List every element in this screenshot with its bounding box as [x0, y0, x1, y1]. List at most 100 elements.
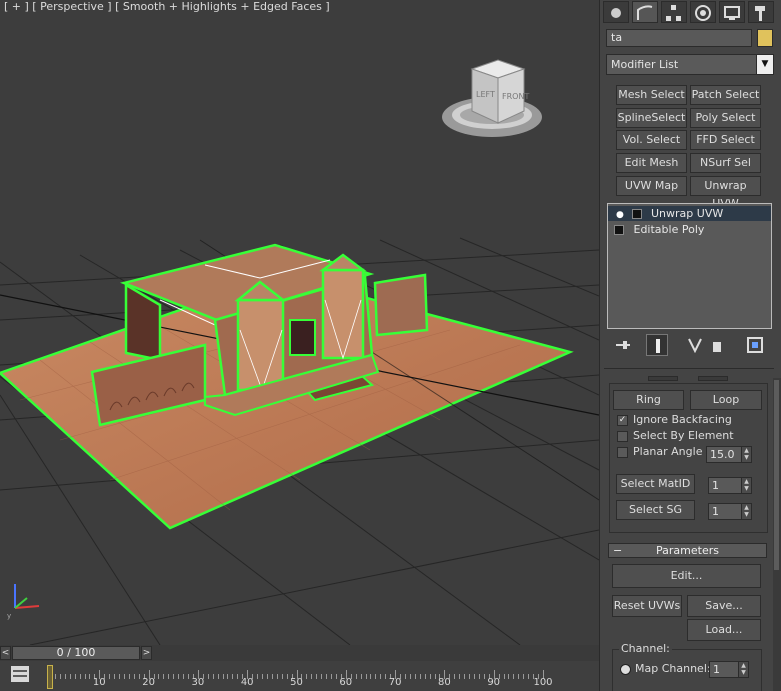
- edit-button[interactable]: Edit...: [612, 564, 761, 588]
- stack-item-label: Unwrap UVW: [651, 207, 724, 220]
- motion-tab[interactable]: [690, 1, 716, 23]
- perspective-viewport[interactable]: [ + ] [ Perspective ] [ Smooth + Highlig…: [0, 0, 599, 645]
- frame-ruler[interactable]: 0102030405060708090100: [44, 661, 599, 691]
- ignore-backfacing-checkbox[interactable]: ✓: [617, 415, 628, 426]
- patch-select-button[interactable]: Patch Select: [690, 85, 761, 105]
- ruler-tick: [483, 674, 485, 679]
- ruler-tick: [217, 674, 219, 679]
- matid-spinner[interactable]: 1 ▲ ▼: [708, 477, 752, 494]
- sg-spinner[interactable]: 1 ▲ ▼: [708, 503, 752, 520]
- stack-item-unwrap-uvw[interactable]: ● Unwrap UVW: [608, 206, 771, 221]
- modify-tab[interactable]: [632, 1, 658, 23]
- object-name-input[interactable]: ta: [606, 29, 752, 47]
- spinner-arrows-icon[interactable]: ▲ ▼: [741, 447, 751, 462]
- prev-frame-button[interactable]: <: [0, 646, 11, 660]
- spinner-arrows-icon[interactable]: ▲ ▼: [738, 662, 748, 677]
- open-mini-curve-editor-icon[interactable]: [10, 664, 30, 684]
- modify-icon: [637, 5, 653, 20]
- object-color-swatch[interactable]: [757, 29, 773, 47]
- time-slider[interactable]: < 0 / 100 >: [0, 645, 599, 661]
- create-tab[interactable]: [603, 1, 629, 23]
- display-tab[interactable]: [719, 1, 745, 23]
- stack-item-editable-poly[interactable]: Editable Poly: [608, 222, 771, 237]
- ruler-tick: [168, 674, 170, 679]
- parameters-rollout-header[interactable]: − Parameters: [608, 543, 767, 558]
- map-channel-label: Map Channel:: [635, 662, 711, 675]
- playhead[interactable]: [47, 665, 53, 689]
- configure-modifier-sets-icon[interactable]: [744, 334, 766, 356]
- ruler-tick: [212, 674, 214, 679]
- ffd-select-button[interactable]: FFD Select: [690, 130, 761, 150]
- ruler-tick: [326, 674, 328, 679]
- motion-icon: [695, 5, 711, 21]
- ruler-tick: [385, 674, 387, 679]
- wall-right[interactable]: [373, 273, 429, 337]
- collapse-icon[interactable]: −: [613, 544, 622, 557]
- load-button[interactable]: Load...: [687, 619, 761, 641]
- ruler-tick: [419, 674, 421, 679]
- ruler-tick: [365, 674, 367, 679]
- map-channel-spinner[interactable]: 1 ▲ ▼: [709, 661, 749, 678]
- ruler-tick: [429, 674, 431, 679]
- uvw-map-button[interactable]: UVW Map: [616, 176, 687, 196]
- remove-modifier-icon[interactable]: [706, 334, 728, 356]
- lightbulb-icon[interactable]: ●: [616, 208, 626, 223]
- chevron-down-icon[interactable]: ▼: [756, 55, 773, 74]
- ruler-tick: [227, 674, 229, 679]
- ruler-tick: [178, 674, 180, 679]
- save-button[interactable]: Save...: [687, 595, 761, 617]
- make-unique-icon[interactable]: [684, 334, 706, 356]
- reset-uvws-button[interactable]: Reset UVWs: [612, 595, 682, 617]
- planar-angle-checkbox[interactable]: [617, 447, 628, 458]
- poly-select-button[interactable]: Poly Select: [690, 108, 761, 128]
- ruler-tick: [321, 674, 323, 679]
- expand-icon[interactable]: [631, 209, 642, 219]
- time-slider-thumb[interactable]: 0 / 100: [12, 646, 140, 660]
- unwrap-uvw-button[interactable]: Unwrap UVW: [690, 176, 761, 210]
- tower-left[interactable]: [236, 298, 285, 392]
- ruler-tick: [513, 674, 515, 679]
- select-by-element-checkbox[interactable]: [617, 431, 628, 442]
- mesh-select-button[interactable]: Mesh Select: [616, 85, 687, 105]
- ruler-tick: [335, 674, 337, 679]
- panel-scrollbar-thumb[interactable]: [774, 380, 779, 570]
- ruler-tick: [133, 674, 135, 679]
- map-channel-radio[interactable]: [620, 664, 631, 675]
- vol-select-button[interactable]: Vol. Select: [616, 130, 687, 150]
- next-frame-button[interactable]: >: [141, 646, 152, 660]
- modifier-list-label: Modifier List: [611, 58, 679, 71]
- ruler-tick: [257, 674, 259, 679]
- nsurf-sel-button[interactable]: NSurf Sel: [690, 153, 761, 173]
- stack-toolbar: [606, 334, 774, 358]
- ruler-tick: [119, 674, 121, 679]
- ruler-tick: [54, 674, 56, 679]
- planar-angle-spinner[interactable]: 15.0 ▲ ▼: [706, 446, 752, 463]
- panel-scrollbar[interactable]: [773, 378, 781, 691]
- spline-select-button[interactable]: SplineSelect: [616, 108, 687, 128]
- loop-button[interactable]: Loop: [690, 390, 762, 410]
- viewcube[interactable]: LEFT FRONT: [440, 55, 550, 145]
- edit-mesh-button[interactable]: Edit Mesh: [616, 153, 687, 173]
- viewport-label[interactable]: [ + ] [ Perspective ] [ Smooth + Highlig…: [4, 0, 330, 13]
- ruler-tick: [375, 674, 377, 679]
- ruler-tick: [261, 674, 263, 679]
- axis-tripod: y: [7, 584, 40, 620]
- select-matid-button[interactable]: Select MatID: [616, 474, 695, 494]
- trackbar[interactable]: 0102030405060708090100: [0, 661, 599, 691]
- ruler-tick: [469, 674, 471, 679]
- rollout-tab-stub: [648, 376, 678, 381]
- spinner-arrows-icon[interactable]: ▲ ▼: [741, 478, 751, 493]
- ruler-label: 40: [240, 677, 254, 688]
- ruler-tick: [523, 674, 525, 679]
- utilities-tab[interactable]: [748, 1, 774, 23]
- expand-icon[interactable]: [614, 225, 624, 235]
- ring-button[interactable]: Ring: [613, 390, 684, 410]
- modifier-list-dropdown[interactable]: Modifier List ▼: [606, 54, 774, 75]
- ruler-tick: [84, 674, 86, 679]
- show-end-result-icon[interactable]: [646, 334, 668, 356]
- select-sg-button[interactable]: Select SG: [616, 500, 695, 520]
- viewcube-left-label: LEFT: [476, 90, 495, 99]
- hierarchy-tab[interactable]: [661, 1, 687, 23]
- spinner-arrows-icon[interactable]: ▲ ▼: [741, 504, 751, 519]
- pin-stack-icon[interactable]: [612, 334, 634, 356]
